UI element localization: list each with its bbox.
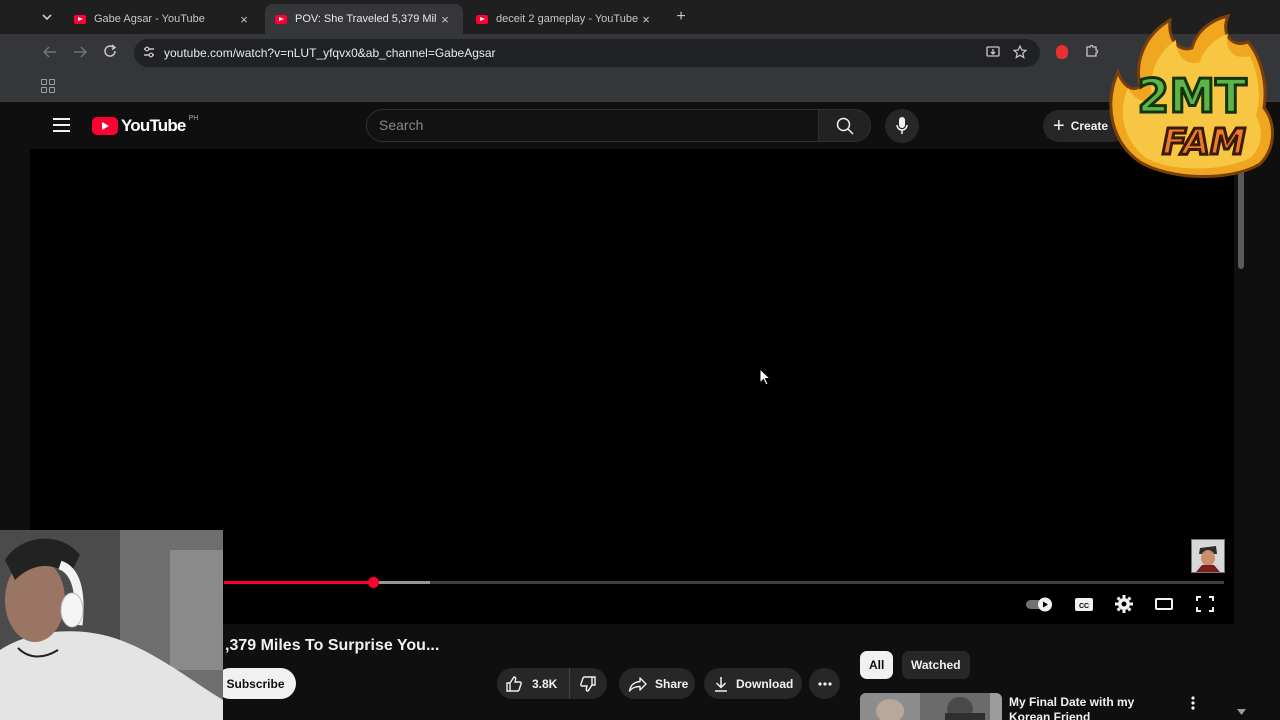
site-settings-icon[interactable] <box>142 45 156 59</box>
search-input[interactable] <box>379 117 799 133</box>
2mt-fam-logo: 2MT FAM <box>1100 12 1280 180</box>
subscribe-button[interactable]: Subscribe <box>215 668 296 699</box>
svg-text:CC: CC <box>1079 603 1089 610</box>
youtube-masthead: YouTube PH + Create <box>0 102 1234 149</box>
video-title: ,379 Miles To Surprise You... <box>225 637 440 654</box>
browser-tab-pov-video[interactable]: POV: She Traveled 5,379 Miles T × <box>265 4 463 34</box>
back-arrow-icon[interactable] <box>40 43 60 63</box>
youtube-wordmark: YouTube <box>121 116 186 135</box>
webcam-overlay <box>0 530 223 720</box>
microphone-icon <box>896 117 908 134</box>
mouse-cursor-icon <box>759 368 771 386</box>
download-button[interactable]: Download <box>704 668 802 699</box>
page-scrollbar[interactable] <box>1234 149 1246 720</box>
plus-icon: + <box>1053 115 1065 137</box>
guide-menu-icon[interactable] <box>53 118 70 132</box>
share-label: Share <box>655 676 689 691</box>
logo-line-1: 2MT <box>1137 69 1247 123</box>
tab-search-chevron-icon[interactable] <box>36 7 58 27</box>
apps-grid-icon[interactable] <box>41 79 55 93</box>
youtube-favicon-icon <box>275 14 287 24</box>
url-text: youtube.com/watch?v=nLUT_yfqvx0&ab_chann… <box>164 46 496 60</box>
recommendation-title[interactable]: My Final Date with my Korean Friend <box>1009 695 1169 720</box>
settings-gear-icon[interactable] <box>1113 594 1135 614</box>
more-horizontal-icon <box>817 681 832 686</box>
fullscreen-icon[interactable] <box>1194 594 1216 614</box>
tab-close-icon[interactable]: × <box>638 12 654 27</box>
subtitles-cc-icon[interactable]: CC <box>1073 594 1095 614</box>
progress-bar[interactable] <box>224 577 1224 588</box>
youtube-favicon-icon <box>476 14 488 24</box>
download-label: Download <box>736 676 794 691</box>
browser-tab-strip: Gabe Agsar - YouTube × POV: She Traveled… <box>0 0 1280 34</box>
download-icon <box>715 676 727 692</box>
tab-close-icon[interactable]: × <box>437 12 453 27</box>
filter-chip-watched[interactable]: Watched <box>902 651 970 679</box>
search-button[interactable] <box>818 109 871 142</box>
logo-line-2: FAM <box>1162 122 1246 163</box>
tab-title: Gabe Agsar - YouTube <box>94 13 205 25</box>
country-code: PH <box>188 114 199 122</box>
search-icon <box>836 117 854 135</box>
thumbs-down-icon <box>580 675 597 692</box>
more-actions-button[interactable] <box>809 668 840 699</box>
like-button[interactable]: 3.8K <box>497 668 571 699</box>
like-dislike-segment: 3.8K <box>497 668 607 699</box>
address-bar[interactable]: youtube.com/watch?v=nLUT_yfqvx0&ab_chann… <box>134 39 1040 67</box>
extensions-puzzle-icon[interactable] <box>1085 43 1101 59</box>
like-count: 3.8K <box>532 676 558 691</box>
filter-chip-all[interactable]: All <box>860 651 894 679</box>
browser-tab-gabe-agsar[interactable]: Gabe Agsar - YouTube × <box>64 4 262 34</box>
extension-red-icon[interactable] <box>1056 45 1068 59</box>
thumbs-up-icon <box>506 675 522 692</box>
bookmarks-bar <box>0 72 1280 102</box>
scrubber-handle[interactable] <box>368 577 379 588</box>
bookmark-star-icon[interactable] <box>1012 44 1028 61</box>
voice-search-button[interactable] <box>885 109 919 143</box>
search-box <box>366 109 819 142</box>
page-right-gutter <box>1246 102 1280 720</box>
forward-arrow-icon[interactable] <box>70 43 90 63</box>
recommendation-more-icon[interactable] <box>1186 696 1200 714</box>
youtube-logo[interactable]: YouTube PH <box>92 114 199 136</box>
install-app-icon[interactable] <box>985 45 1001 61</box>
browser-toolbar: youtube.com/watch?v=nLUT_yfqvx0&ab_chann… <box>0 34 1280 72</box>
recommendation-thumbnail[interactable] <box>860 693 1002 720</box>
progress-played <box>224 581 373 584</box>
theater-mode-icon[interactable] <box>1153 594 1175 614</box>
channel-watermark-avatar[interactable] <box>1191 539 1225 573</box>
youtube-favicon-icon <box>74 14 86 24</box>
reload-icon[interactable] <box>100 43 120 63</box>
youtube-play-logo-icon <box>92 117 118 135</box>
dislike-button[interactable] <box>570 668 606 699</box>
share-button[interactable]: Share <box>619 668 695 699</box>
tab-title: POV: She Traveled 5,379 Miles T <box>295 13 437 25</box>
tab-title: deceit 2 gameplay - YouTube <box>496 13 638 25</box>
autoplay-toggle[interactable] <box>1025 594 1055 614</box>
share-arrow-icon <box>628 676 647 692</box>
new-tab-icon[interactable]: + <box>670 6 692 28</box>
tab-close-icon[interactable]: × <box>236 12 252 27</box>
browser-tab-deceit-gameplay[interactable]: deceit 2 gameplay - YouTube × <box>466 4 664 34</box>
